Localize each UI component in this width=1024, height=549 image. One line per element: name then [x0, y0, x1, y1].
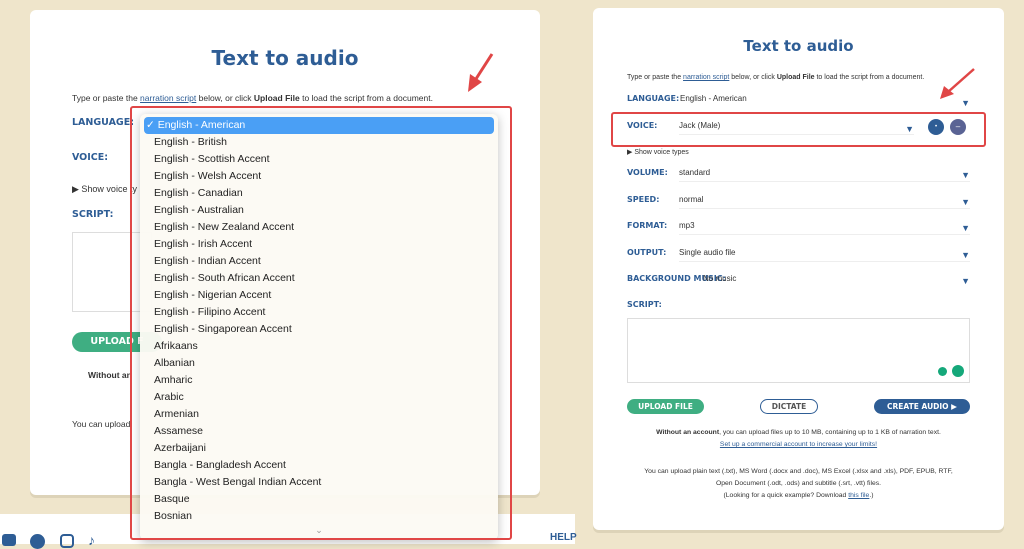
- annotation-arrow: [466, 52, 496, 92]
- narration-script-link[interactable]: narration script: [140, 93, 196, 103]
- intro-pre: Type or paste the: [72, 93, 141, 103]
- field-select[interactable]: FORMAT: mp3 ▼: [627, 221, 970, 235]
- limit-bold: Without an account: [656, 429, 720, 436]
- language-value: English - American: [680, 94, 747, 103]
- script-label: SCRIPT:: [72, 209, 114, 220]
- field-value: Single audio file: [679, 248, 736, 257]
- grammarly-icon[interactable]: [952, 365, 964, 377]
- example-post: .): [869, 492, 874, 499]
- limit-text: Without an: [88, 370, 132, 380]
- intro-post: to load the script from a document.: [299, 93, 433, 103]
- field-value: mp3: [679, 221, 695, 230]
- example-text: (Looking for a quick example? Download t…: [593, 492, 1004, 499]
- intro-text: Type or paste the narration script below…: [627, 74, 924, 81]
- upload-file-button[interactable]: UPLOAD FILE: [627, 399, 704, 414]
- language-select[interactable]: LANGUAGE: English - American ▼: [627, 94, 970, 108]
- formats-text-1: You can upload plain text (.txt), MS Wor…: [644, 468, 953, 475]
- field-select[interactable]: SPEED: normal ▼: [627, 195, 970, 209]
- intro-post: to load the script from a document.: [814, 74, 925, 81]
- chevron-down-icon: ▼: [961, 250, 970, 260]
- voice-label: VOICE:: [72, 152, 109, 163]
- language-label: LANGUAGE:: [72, 117, 135, 128]
- field-select[interactable]: VOLUME: standard ▼: [627, 168, 970, 182]
- narration-script-link[interactable]: narration script: [683, 74, 729, 81]
- formats-text-2: Open Document (.odt, .ods) and subtitle …: [715, 480, 882, 487]
- intro-bold: Upload File: [253, 93, 300, 103]
- page-title: Text to audio: [211, 46, 359, 70]
- chevron-down-icon: ▼: [961, 276, 970, 286]
- script-textarea[interactable]: [627, 318, 970, 383]
- page-title: Text to audio: [743, 37, 854, 55]
- instagram-icon[interactable]: [60, 534, 74, 548]
- formats-text: You can upload: [72, 419, 131, 429]
- dictate-button[interactable]: DICTATE: [760, 399, 818, 414]
- field-label: VOLUME:: [627, 168, 668, 177]
- highlight-box-voice: [611, 112, 986, 147]
- field-label: FORMAT:: [627, 221, 668, 230]
- example-file-link[interactable]: this file: [848, 492, 869, 499]
- show-voice-types[interactable]: ▶ Show voice ty: [72, 184, 137, 195]
- limit-rest: , you can upload files up to 10 MB, cont…: [719, 429, 941, 436]
- lightbulb-icon[interactable]: [938, 367, 947, 376]
- field-value: normal: [679, 195, 704, 204]
- show-voice-types[interactable]: ▶ Show voice types: [627, 148, 689, 156]
- intro-mid: below, or click: [729, 74, 777, 81]
- commercial-account-link[interactable]: Set up a commercial account to increase …: [593, 441, 1004, 448]
- youtube-icon[interactable]: [2, 534, 16, 546]
- chevron-down-icon: ▼: [961, 170, 970, 180]
- limit-text: Without an account, you can upload files…: [593, 429, 1004, 436]
- field-value: standard: [679, 168, 711, 177]
- intro-text: Type or paste the narration script below…: [72, 93, 433, 103]
- field-select[interactable]: BACKGROUND MUSIC: No music ▼: [627, 274, 970, 286]
- intro-pre: Type or paste the: [627, 74, 684, 81]
- example-pre: (Looking for a quick example? Download: [723, 492, 849, 499]
- intro-bold: Upload File: [776, 74, 815, 81]
- annotation-arrow: [938, 66, 978, 101]
- intro-mid: below, or click: [196, 93, 254, 103]
- field-label: OUTPUT:: [627, 248, 667, 257]
- help-link[interactable]: HELP: [550, 532, 577, 543]
- tiktok-icon[interactable]: ♪: [88, 532, 95, 548]
- highlight-box-dropdown: [130, 106, 512, 540]
- chevron-down-icon: ▼: [961, 223, 970, 233]
- field-label: SPEED:: [627, 195, 660, 204]
- field-select[interactable]: OUTPUT: Single audio file ▼: [627, 248, 970, 262]
- language-label: LANGUAGE:: [627, 94, 680, 103]
- field-value: No music: [703, 274, 737, 283]
- create-audio-button[interactable]: CREATE AUDIO ▶: [874, 399, 970, 414]
- chevron-down-icon: ▼: [961, 197, 970, 207]
- script-label: SCRIPT:: [627, 300, 662, 309]
- facebook-icon[interactable]: [30, 534, 45, 549]
